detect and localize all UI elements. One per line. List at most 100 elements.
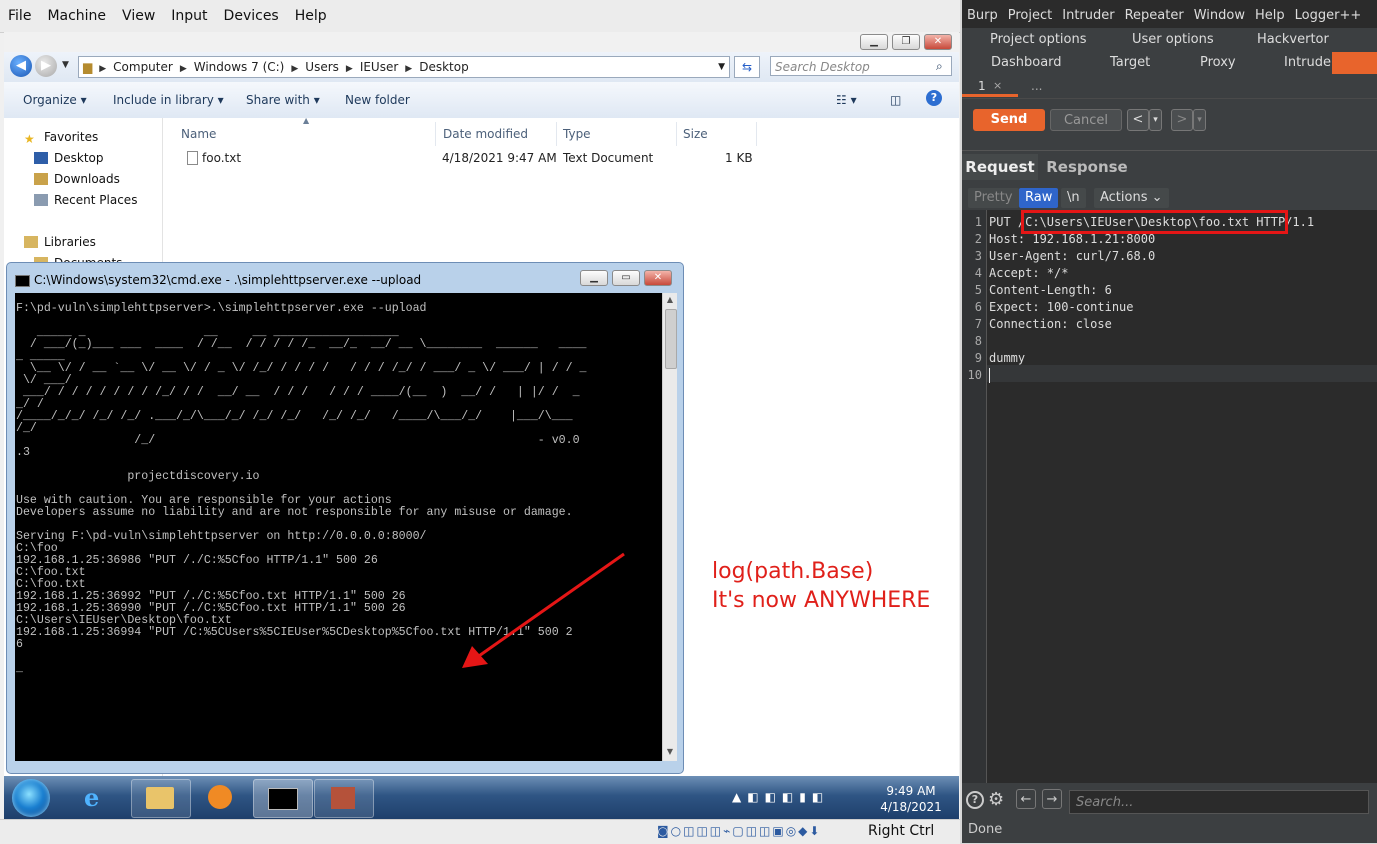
settings-gear-icon[interactable]: ⚙ <box>988 789 1004 810</box>
column-date-modified[interactable]: Date modified <box>443 122 528 146</box>
path-highlight-box <box>1021 210 1288 234</box>
ie-icon[interactable]: e <box>70 779 128 816</box>
column-name[interactable]: Name <box>181 122 216 146</box>
system-tray-icons[interactable]: ▲◧◧◧▮◧ <box>732 790 829 804</box>
clock-time: 9:49 AM <box>886 784 936 798</box>
tab-intruder[interactable]: Intruder <box>1284 55 1336 70</box>
close-button[interactable]: ✕ <box>924 34 952 50</box>
forward-arrow-icon[interactable]: ▶ <box>35 55 57 77</box>
tab-dashboard[interactable]: Dashboard <box>991 55 1062 70</box>
cmd-scrollbar[interactable]: ▲ ▼ <box>662 293 677 761</box>
history-back-icon[interactable]: < <box>1127 109 1149 131</box>
tab-project-options[interactable]: Project options <box>990 32 1087 47</box>
raw-button[interactable]: Raw <box>1019 188 1059 208</box>
start-button[interactable] <box>12 779 50 817</box>
view-options-icon[interactable]: ☷ ▾ <box>836 93 857 107</box>
pretty-button[interactable]: Pretty <box>968 188 1019 208</box>
cmd-window[interactable]: C:\Windows\system32\cmd.exe - .\simpleht… <box>6 262 684 774</box>
actions-dropdown[interactable]: Actions ⌄ <box>1094 188 1169 208</box>
response-tab[interactable]: Response <box>1042 154 1132 180</box>
file-name: foo.txt <box>202 151 242 165</box>
nav-libraries[interactable]: Libraries <box>24 235 96 249</box>
cmd-console[interactable]: F:\pd-vuln\simplehttpserver>.\simplehttp… <box>15 293 662 761</box>
request-tab[interactable]: Request <box>962 154 1038 180</box>
explorer-toolbar: Organize ▾ Include in library ▾ Share wi… <box>4 82 959 119</box>
search-prev-icon[interactable]: ← <box>1016 789 1036 809</box>
line-number: 1 <box>974 215 982 229</box>
repeater-tab-close-icon[interactable]: × <box>993 79 1002 92</box>
history-forward-menu-icon[interactable]: ▾ <box>1193 109 1206 131</box>
nav-favorites[interactable]: ★ Favorites <box>24 130 98 146</box>
breadcrumb-desktop[interactable]: Desktop <box>415 60 473 74</box>
tab-repeater-active[interactable] <box>1332 52 1377 74</box>
history-forward-icon[interactable]: > <box>1171 109 1193 131</box>
chevron-down-icon: ⌄ <box>1151 190 1163 205</box>
history-back-menu-icon[interactable]: ▾ <box>1149 109 1162 131</box>
tab-target[interactable]: Target <box>1110 55 1150 70</box>
organize-button[interactable]: Organize ▾ <box>23 93 87 107</box>
help-icon[interactable]: ? <box>966 791 984 809</box>
annotation-line-2: It's now ANYWHERE <box>712 588 931 613</box>
nav-downloads[interactable]: Downloads <box>34 172 120 186</box>
menu-view[interactable]: View <box>114 0 163 32</box>
tab-proxy[interactable]: Proxy <box>1200 55 1236 70</box>
search-icon[interactable]: ⌕ <box>936 59 943 74</box>
line-number: 2 <box>974 232 982 246</box>
file-type: Text Document <box>563 151 654 165</box>
explorer-taskbar-icon[interactable] <box>131 779 191 818</box>
burp-search-input[interactable]: Search... <box>1069 790 1369 814</box>
menu-help[interactable]: Help <box>287 0 335 32</box>
new-folder-button[interactable]: New folder <box>345 93 410 107</box>
vbox-device-icons[interactable]: ◙○◫◫◫⌁▢◫◫▣◎◆⬇ <box>657 824 821 838</box>
nav-desktop[interactable]: Desktop <box>34 151 104 165</box>
recent-pages-chevron-icon[interactable]: ▼ <box>62 60 69 70</box>
address-bar[interactable]: ▆ ▶ Computer ▶ Windows 7 (C:) ▶ Users ▶ IEUser ▶ D… <box>78 56 730 78</box>
cmd-minimize-button[interactable]: ▁ <box>580 270 608 286</box>
maximize-button[interactable]: ❐ <box>892 34 920 50</box>
scroll-thumb[interactable] <box>665 309 677 369</box>
newline-toggle-button[interactable]: \n <box>1061 188 1086 208</box>
menu-input[interactable]: Input <box>163 0 215 32</box>
breadcrumb-ieuser[interactable]: IEUser <box>356 60 402 74</box>
cmd-maximize-button[interactable]: ▭ <box>612 270 640 286</box>
breadcrumb-users[interactable]: Users <box>301 60 343 74</box>
breadcrumb-computer[interactable]: Computer <box>109 60 177 74</box>
text-caret <box>989 368 990 383</box>
tab-hackvertor[interactable]: Hackvertor <box>1257 32 1329 47</box>
cmd-close-button[interactable]: ✕ <box>644 270 672 286</box>
search-next-icon[interactable]: → <box>1042 789 1062 809</box>
scroll-down-icon[interactable]: ▼ <box>664 747 676 756</box>
minimize-button[interactable]: ▁ <box>860 34 888 50</box>
burp-search-bar: ? ⚙ ← → Search... <box>962 786 1377 818</box>
taskbar-clock[interactable]: 9:49 AM 4/18/2021 <box>876 783 946 815</box>
share-with-button[interactable]: Share with ▾ <box>246 93 320 107</box>
back-arrow-icon[interactable]: ◀ <box>10 55 32 77</box>
include-in-library-button[interactable]: Include in library ▾ <box>113 93 224 107</box>
repeater-tab-1[interactable]: 1 <box>978 79 986 93</box>
breadcrumb-drive[interactable]: Windows 7 (C:) <box>190 60 289 74</box>
refresh-icon[interactable]: ⇆ <box>734 56 760 78</box>
firewall-icon[interactable] <box>314 779 374 818</box>
preview-pane-icon[interactable]: ◫ <box>890 93 901 107</box>
menu-machine[interactable]: Machine <box>39 0 114 32</box>
line-number: 10 <box>967 368 982 382</box>
repeater-new-tab[interactable]: ... <box>1031 79 1042 93</box>
cmd-title: C:\Windows\system32\cmd.exe - .\simpleht… <box>34 273 422 287</box>
tab-user-options[interactable]: User options <box>1132 32 1214 47</box>
address-dropdown-icon[interactable]: ▼ <box>718 57 725 77</box>
libraries-icon <box>24 236 38 248</box>
request-editor[interactable]: 1 2 3 4 5 6 7 8 9 10 PUT /C:\Users\IEUser\Desktop… <box>962 210 1377 783</box>
menu-devices[interactable]: Devices <box>216 0 287 32</box>
cancel-button[interactable]: Cancel <box>1050 109 1122 131</box>
editor-toolbar: Pretty Raw \n Actions ⌄ <box>962 186 1377 210</box>
media-player-icon[interactable] <box>192 779 250 816</box>
search-input[interactable]: Search Desktop <box>770 56 952 76</box>
column-type[interactable]: Type <box>563 122 591 146</box>
menu-file[interactable]: File <box>0 0 39 32</box>
scroll-up-icon[interactable]: ▲ <box>664 295 676 304</box>
send-button[interactable]: Send <box>973 109 1045 131</box>
help-icon[interactable]: ? <box>926 90 942 106</box>
column-size[interactable]: Size <box>683 122 708 146</box>
nav-recent-places[interactable]: Recent Places <box>34 193 137 207</box>
cmd-taskbar-icon[interactable] <box>253 779 313 818</box>
